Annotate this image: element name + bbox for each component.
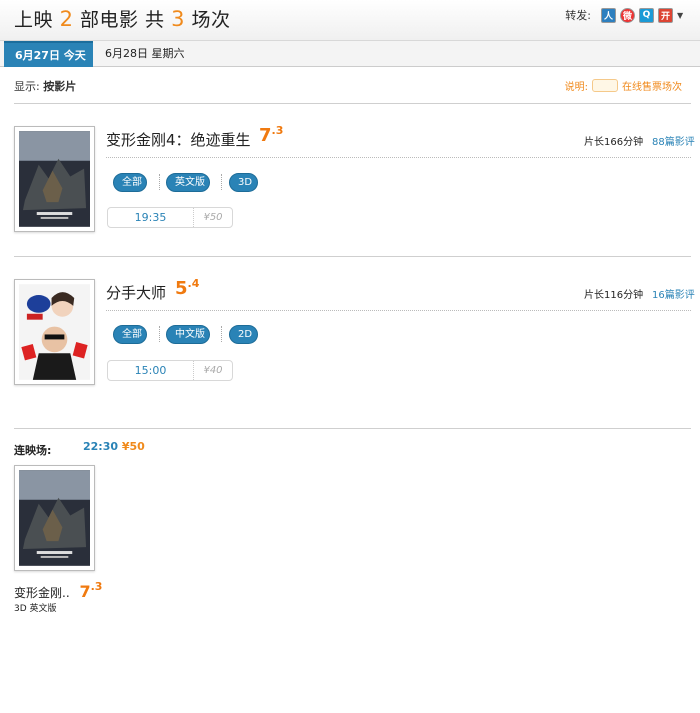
consecutive-price: ¥50 xyxy=(121,440,145,453)
tab-saturday[interactable]: 6月28日 星期六 xyxy=(94,41,196,67)
legend: 说明: 在线售票场次 xyxy=(565,78,682,93)
score-dec: .3 xyxy=(271,124,284,137)
showtime-time[interactable]: 15:00 xyxy=(108,361,194,380)
legend-prefix: 说明: xyxy=(564,82,588,93)
runtime: 片长166分钟 xyxy=(584,137,644,148)
title-prefix: 上映 xyxy=(14,9,54,31)
separator xyxy=(159,326,160,342)
kaixin-icon[interactable]: 开 xyxy=(658,7,673,23)
consecutive-time[interactable]: 22:30 xyxy=(83,440,118,453)
separator xyxy=(221,174,222,190)
movie-score: 5.4 xyxy=(175,277,199,299)
separator xyxy=(221,326,222,342)
reviews-link[interactable]: 16篇影评 xyxy=(652,286,695,301)
transformers-poster-image xyxy=(19,131,90,227)
consecutive-movie-name[interactable]: 变形金刚.. xyxy=(14,586,70,600)
legend-suffix: 在线售票场次 xyxy=(622,82,682,93)
weibo-icon[interactable]: 微 xyxy=(620,7,635,23)
filter-format-button[interactable]: 3D xyxy=(229,173,258,192)
score-int: 7 xyxy=(79,582,91,601)
movie-poster[interactable] xyxy=(14,126,95,232)
title-suffix: 场次 xyxy=(191,9,231,31)
filter-format-button[interactable]: 2D xyxy=(229,325,258,344)
movie-title[interactable]: 分手大师 xyxy=(106,282,166,303)
movie-poster[interactable] xyxy=(14,279,95,385)
divider xyxy=(14,103,691,104)
legend-swatch xyxy=(592,79,618,92)
tab-today[interactable]: 6月27日 今天 xyxy=(4,41,93,67)
qzone-icon[interactable]: Q xyxy=(639,7,654,23)
dotted-divider xyxy=(106,157,691,158)
showtime-time[interactable]: 19:35 xyxy=(108,208,194,227)
score-dec: .3 xyxy=(90,580,103,593)
display-value[interactable]: 按影片 xyxy=(43,80,76,93)
page-header: 上映 2 部电影 共 3 场次 转发: 人 微 Q 开 ▼ xyxy=(0,0,700,41)
share-bar: 转发: 人 微 Q 开 ▼ xyxy=(565,7,686,23)
consecutive-meta: 3D 英文版 xyxy=(14,604,57,614)
date-tabs: 6月27日 今天 6月28日 星期六 xyxy=(0,41,700,67)
score-int: 5 xyxy=(175,278,188,299)
breakup-master-poster-image xyxy=(19,284,90,380)
consecutive-poster[interactable] xyxy=(14,465,95,571)
session-count: 3 xyxy=(171,7,185,31)
display-label: 显示: xyxy=(14,80,40,93)
title-mid: 部电影 共 xyxy=(79,9,165,31)
filter-all-button[interactable]: 全部 xyxy=(113,325,147,344)
page-title: 上映 2 部电影 共 3 场次 xyxy=(14,5,231,32)
chevron-down-icon[interactable]: ▼ xyxy=(677,11,686,20)
dotted-divider xyxy=(106,310,691,311)
filter-language-button[interactable]: 中文版 xyxy=(166,325,210,344)
consecutive-label: 连映场: xyxy=(14,444,52,457)
share-label: 转发: xyxy=(565,9,591,22)
filter-language-button[interactable]: 英文版 xyxy=(166,173,210,192)
consecutive-showtime[interactable]: 22:30 ¥50 xyxy=(83,440,145,453)
separator xyxy=(159,174,160,190)
consecutive-title: 变形金刚.. 7.3 xyxy=(14,580,102,601)
reviews-link[interactable]: 88篇影评 xyxy=(652,133,695,148)
score-int: 7 xyxy=(259,125,272,146)
divider xyxy=(14,428,691,429)
consecutive-score: 7.3 xyxy=(79,580,102,601)
filter-all-button[interactable]: 全部 xyxy=(113,173,147,192)
runtime: 片长116分钟 xyxy=(584,290,644,301)
showtime-price: ¥40 xyxy=(203,365,223,376)
movie-title[interactable]: 变形金刚4：绝迹重生 xyxy=(106,129,251,150)
divider xyxy=(14,256,691,257)
movie-score: 7.3 xyxy=(259,124,283,146)
showtime-price: ¥50 xyxy=(203,212,223,223)
showtime-slot[interactable]: 19:35 ¥50 xyxy=(107,207,233,228)
movie-count: 2 xyxy=(59,7,74,31)
showtime-slot[interactable]: 15:00 ¥40 xyxy=(107,360,233,381)
transformers-poster-image xyxy=(19,470,90,566)
display-mode: 显示: 按影片 xyxy=(14,78,76,94)
renren-icon[interactable]: 人 xyxy=(601,7,616,23)
score-dec: .4 xyxy=(187,277,200,290)
